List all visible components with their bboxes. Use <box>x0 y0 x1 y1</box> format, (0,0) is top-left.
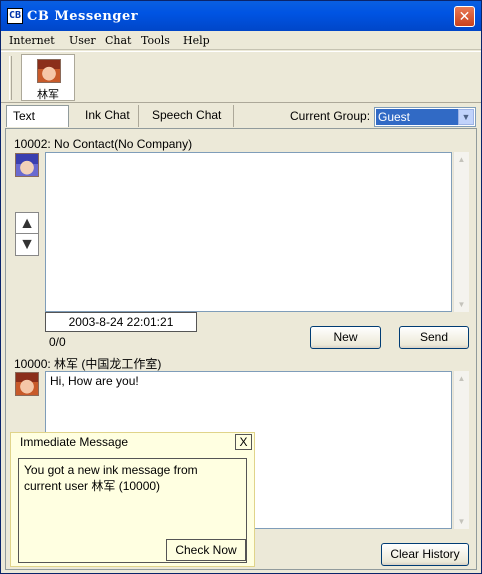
incoming-scrollbar[interactable]: ▲ ▼ <box>453 152 469 312</box>
menu-chat[interactable]: Chat <box>105 34 131 47</box>
outgoing-user-header: 10000: 林军 (中国龙工作室) <box>14 357 162 371</box>
send-button[interactable]: Send <box>399 326 469 349</box>
toolbar-grip[interactable] <box>9 56 12 100</box>
current-group-value: Guest <box>376 109 458 125</box>
incoming-contact-header: 10002: No Contact(No Company) <box>14 137 193 151</box>
message-count: 0/0 <box>49 335 66 349</box>
popup-title: Immediate Message <box>20 435 129 449</box>
window-title: CB Messenger <box>27 9 139 24</box>
scroll-up-icon[interactable]: ▲ <box>454 371 469 386</box>
scroll-down-icon[interactable]: ▼ <box>454 297 469 312</box>
immediate-message-popup: Immediate Message X You got a new ink me… <box>10 432 255 567</box>
tab-ink-chat[interactable]: Ink Chat <box>79 105 139 127</box>
tab-text-chat[interactable]: Text Chat <box>6 105 69 143</box>
menu-internet[interactable]: Internet <box>9 34 55 47</box>
scroll-down-icon[interactable]: ▼ <box>454 514 469 529</box>
check-now-button[interactable]: Check Now <box>166 539 246 561</box>
menu-user[interactable]: User <box>69 34 96 47</box>
outgoing-scrollbar[interactable]: ▲ ▼ <box>453 371 469 529</box>
menu-tools[interactable]: Tools <box>141 34 170 47</box>
toolbar: 林军 <box>1 51 481 103</box>
chevron-down-icon[interactable]: ▼ <box>458 109 474 125</box>
current-user-tile[interactable]: 林军 <box>21 54 75 101</box>
title-bar: CB CB Messenger ✕ <box>1 1 481 31</box>
scroll-up-icon[interactable]: ▲ <box>454 152 469 167</box>
close-window-button[interactable]: ✕ <box>454 6 475 27</box>
popup-body: You got a new ink message from current u… <box>18 458 247 563</box>
popup-message: You got a new ink message from current u… <box>24 463 198 493</box>
incoming-message-box[interactable] <box>45 152 452 312</box>
down-arrow-icon[interactable]: ▼ <box>16 234 38 255</box>
current-group-select[interactable]: Guest ▼ <box>374 107 476 127</box>
clear-history-button[interactable]: Clear History <box>381 543 469 566</box>
message-timestamp: 2003-8-24 22:01:21 <box>45 312 197 332</box>
current-user-name: 林军 <box>37 89 59 101</box>
outgoing-message-text: Hi, How are you! <box>50 374 139 388</box>
current-group-label: Current Group: <box>290 109 371 123</box>
menu-bar: Internet User Chat Tools Help <box>1 31 481 50</box>
history-nav: ▲ ▼ <box>15 212 39 256</box>
app-icon: CB <box>7 8 23 24</box>
popup-close-button[interactable]: X <box>235 434 252 450</box>
up-arrow-icon[interactable]: ▲ <box>16 213 38 234</box>
messenger-window: CB CB Messenger ✕ Internet User Chat Too… <box>0 0 482 574</box>
user-avatar-icon <box>15 372 39 396</box>
new-button[interactable]: New <box>310 326 381 349</box>
contact-avatar-icon <box>15 153 39 177</box>
user-avatar-icon <box>37 59 61 83</box>
menu-help[interactable]: Help <box>183 34 210 47</box>
tab-speech-chat[interactable]: Speech Chat <box>146 105 234 127</box>
